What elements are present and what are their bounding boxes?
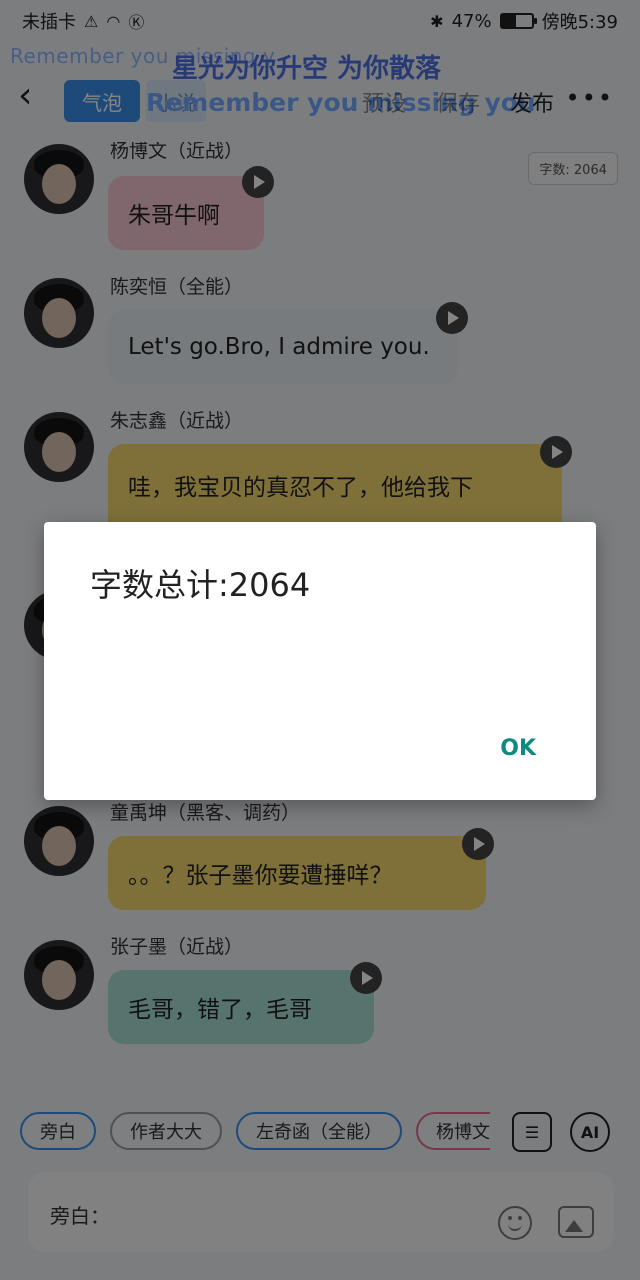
dialog-message: 字数总计:2064	[90, 566, 311, 604]
word-count-dialog: 字数总计:2064 OK	[44, 522, 596, 800]
ok-button[interactable]: OK	[500, 736, 536, 761]
